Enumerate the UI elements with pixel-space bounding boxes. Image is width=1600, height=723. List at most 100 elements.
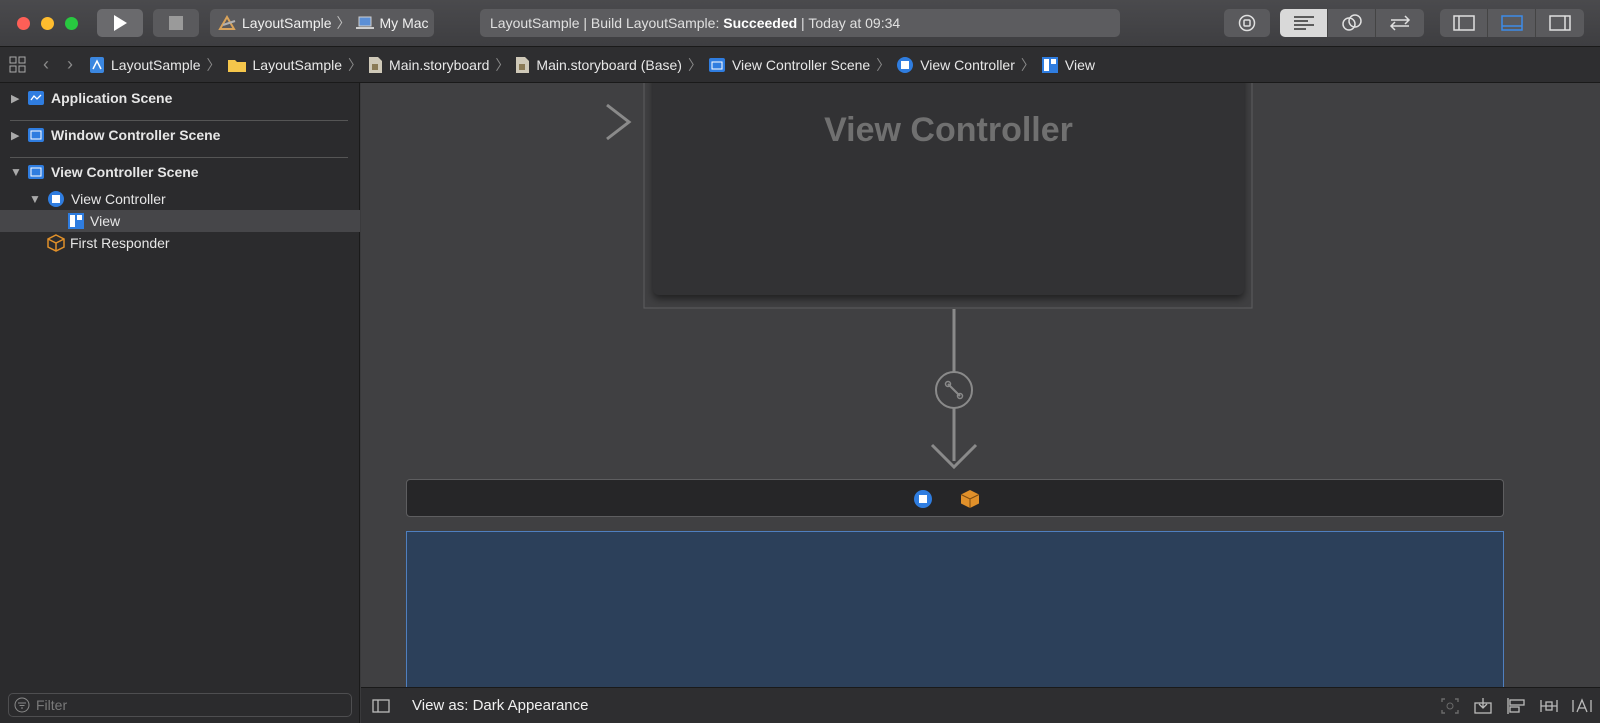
- toggle-debug-area-button[interactable]: [1488, 9, 1536, 37]
- window-toolbar: LayoutSample 〉 My Mac LayoutSample | Bui…: [0, 0, 1600, 47]
- outline-item-window-controller-scene[interactable]: ▶ Window Controller Scene: [0, 124, 360, 146]
- view-controller-icon: [897, 56, 914, 73]
- breadcrumb-separator-icon: 〉: [876, 56, 891, 73]
- panel-toggle-control: [1440, 9, 1584, 37]
- play-icon: [114, 15, 127, 31]
- left-panel-icon: [1452, 15, 1475, 31]
- outline-item-label: View: [90, 213, 121, 229]
- view-as-appearance[interactable]: View as: Dark Appearance: [412, 697, 589, 714]
- first-responder-cube-icon: [47, 234, 65, 252]
- outline-item-label: Window Controller Scene: [51, 127, 221, 143]
- outline-item-first-responder[interactable]: First Responder: [0, 232, 360, 254]
- outline-item-view[interactable]: View: [0, 210, 360, 232]
- jump-bar: ‹ › LayoutSample 〉 LayoutSample 〉 Main.s…: [0, 47, 1600, 83]
- text-lines-icon: [1293, 16, 1314, 30]
- breadcrumb-storyboard[interactable]: Main.storyboard: [368, 56, 489, 74]
- view-controller-icon: [48, 191, 64, 207]
- breadcrumb-label: LayoutSample: [252, 56, 343, 73]
- related-items-grid-icon[interactable]: [9, 56, 27, 74]
- breadcrumb-label: LayoutSample: [111, 56, 201, 73]
- outline-item-label: First Responder: [70, 235, 170, 251]
- version-editor-button[interactable]: [1376, 9, 1424, 37]
- first-responder-cube-icon[interactable]: [960, 489, 980, 509]
- close-window-button[interactable]: [17, 17, 30, 30]
- embed-in-icon[interactable]: [1440, 697, 1460, 715]
- scene-icon: [708, 57, 725, 72]
- breadcrumb-label: View Controller Scene: [731, 56, 871, 73]
- stop-icon: [169, 16, 183, 30]
- toggle-navigator-button[interactable]: [1440, 9, 1488, 37]
- breadcrumb-separator-icon: 〉: [1020, 56, 1035, 73]
- breadcrumb-separator-icon: 〉: [495, 56, 510, 73]
- outline-item-view-controller[interactable]: ▼ View Controller: [0, 188, 360, 210]
- breadcrumb-label: Main.storyboard (Base): [536, 56, 682, 73]
- breadcrumb-project[interactable]: LayoutSample: [89, 56, 201, 74]
- breadcrumb-label: View Controller: [920, 56, 1015, 73]
- align-icon[interactable]: [1506, 697, 1526, 715]
- scene-icon: [28, 91, 44, 105]
- app-scheme-icon: [218, 15, 236, 30]
- right-panel-icon: [1549, 15, 1571, 31]
- storyboard-file-icon: [516, 56, 530, 73]
- outline-item-label: Application Scene: [51, 90, 173, 106]
- canvas-bottom-bar: View as: Dark Appearance: [361, 687, 1600, 723]
- breadcrumb-group[interactable]: LayoutSample: [227, 56, 343, 73]
- zoom-window-button[interactable]: [65, 17, 78, 30]
- scene-dock[interactable]: [406, 479, 1504, 517]
- xcode-project-icon: [90, 56, 104, 73]
- add-constraints-icon[interactable]: [1539, 697, 1559, 715]
- overlapping-circles-icon: [1341, 14, 1362, 31]
- mac-laptop-icon: [355, 16, 374, 29]
- activity-status: Succeeded: [723, 15, 798, 31]
- storyboard-file-icon: [369, 56, 383, 73]
- assistant-editor-button[interactable]: [1328, 9, 1376, 37]
- standard-editor-button[interactable]: [1280, 9, 1328, 37]
- scene-icon: [28, 165, 44, 179]
- toggle-inspector-button[interactable]: [1536, 9, 1584, 37]
- stop-button[interactable]: [153, 9, 199, 37]
- outline-filter-field[interactable]: Filter: [8, 693, 352, 717]
- back-chevron-icon[interactable]: ‹: [43, 54, 49, 75]
- run-destination: My Mac: [379, 15, 429, 31]
- disclosure-right-icon[interactable]: ▶: [11, 129, 25, 142]
- editor-mode-control: [1280, 9, 1424, 37]
- disclosure-down-icon[interactable]: ▼: [10, 165, 25, 179]
- selected-view-canvas[interactable]: [406, 531, 1504, 687]
- breadcrumb-separator-icon: 〉: [206, 56, 221, 73]
- filter-placeholder: Filter: [36, 697, 68, 713]
- disclosure-down-icon[interactable]: ▼: [29, 192, 44, 206]
- library-button[interactable]: [1224, 9, 1270, 37]
- outline-item-label: View Controller Scene: [51, 164, 199, 180]
- breadcrumb-view[interactable]: View: [1041, 56, 1095, 74]
- resolve-auto-layout-icon[interactable]: [1571, 697, 1593, 715]
- filter-icon: [14, 697, 30, 713]
- view-controller-icon[interactable]: [913, 489, 933, 509]
- library-icon: [1238, 14, 1256, 32]
- breadcrumb-label: View: [1064, 56, 1095, 73]
- breadcrumb-separator-icon: 〉: [348, 56, 363, 73]
- scene-icon: [28, 128, 44, 142]
- storyboard-canvas[interactable]: View Controller: [361, 83, 1600, 687]
- activity-prefix: LayoutSample | Build LayoutSample:: [490, 15, 724, 31]
- outline-item-view-controller-scene[interactable]: ▼ View Controller Scene: [0, 161, 360, 183]
- breadcrumb-view-controller[interactable]: View Controller: [896, 56, 1015, 74]
- minimize-window-button[interactable]: [41, 17, 54, 30]
- view-icon: [68, 213, 84, 229]
- chevron-right-icon: 〉: [336, 15, 351, 31]
- disclosure-right-icon[interactable]: ▶: [11, 92, 25, 105]
- breadcrumb-storyboard-base[interactable]: Main.storyboard (Base): [515, 56, 682, 74]
- forward-chevron-icon[interactable]: ›: [67, 54, 73, 75]
- outline-item-application-scene[interactable]: ▶ Application Scene: [0, 87, 360, 109]
- update-frames-icon[interactable]: [1473, 697, 1493, 715]
- folder-icon: [227, 59, 246, 72]
- document-outline: ▶ Application Scene ▶ Window Controller …: [0, 83, 360, 723]
- scheme-selector[interactable]: LayoutSample 〉 My Mac: [210, 9, 434, 37]
- run-button[interactable]: [97, 9, 143, 37]
- scene-title: View Controller: [824, 111, 1073, 149]
- view-icon: [1041, 56, 1058, 73]
- breadcrumb-label: Main.storyboard: [389, 56, 490, 73]
- swap-arrows-icon: [1389, 15, 1411, 31]
- toggle-outline-sidebar-icon[interactable]: [372, 698, 390, 713]
- breadcrumb-scene[interactable]: View Controller Scene: [708, 56, 870, 74]
- bottom-panel-icon: [1500, 15, 1523, 31]
